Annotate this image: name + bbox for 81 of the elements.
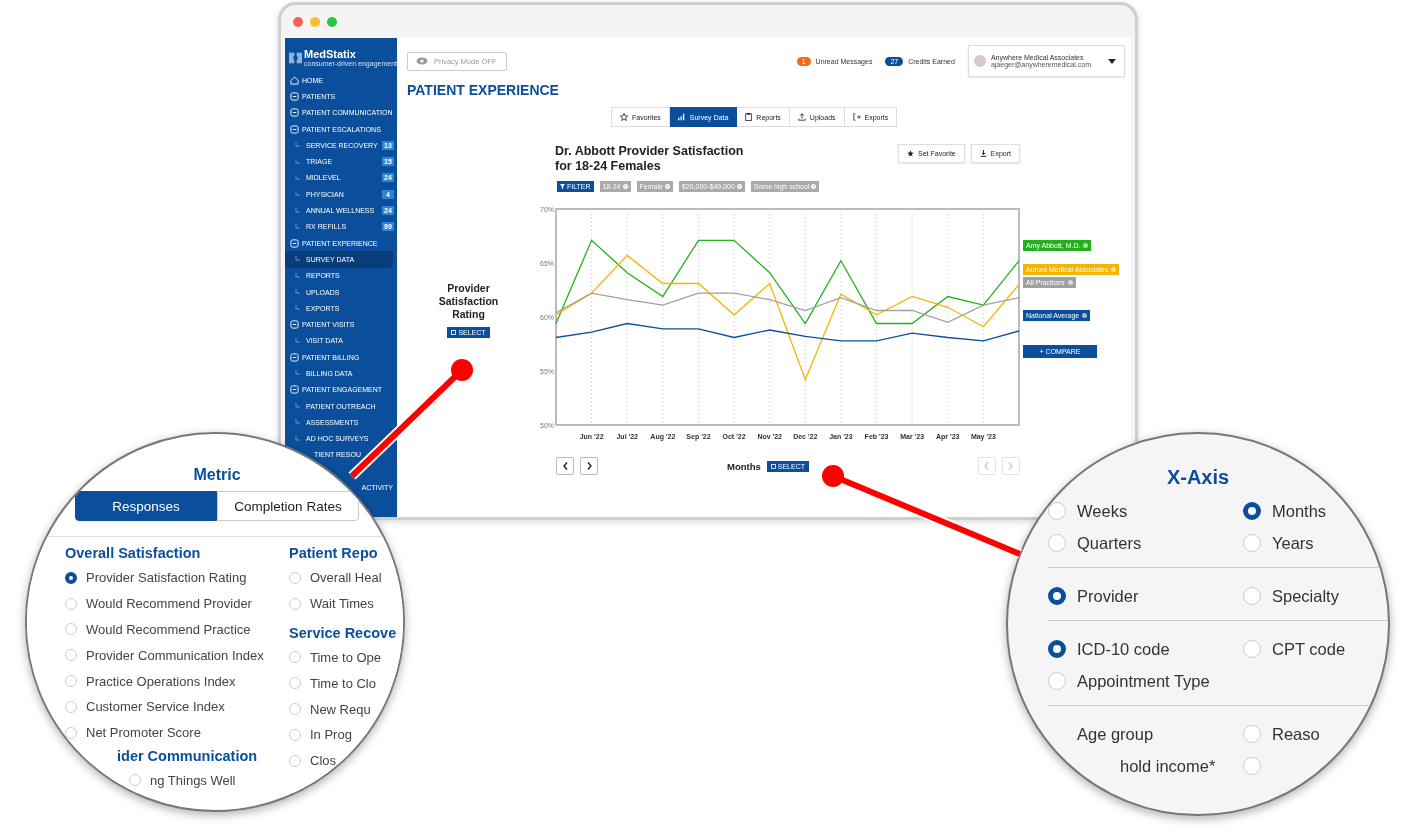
close-dot[interactable] xyxy=(293,16,303,27)
radio-option[interactable]: ICD-10 code xyxy=(1048,633,1243,665)
radio-button[interactable] xyxy=(1048,640,1066,658)
upload-icon xyxy=(797,113,806,121)
x-axis-title: Months xyxy=(727,460,761,472)
previous-button[interactable] xyxy=(556,457,574,475)
minimize-dot[interactable] xyxy=(310,16,320,27)
close-icon[interactable] xyxy=(811,184,817,189)
next-button[interactable] xyxy=(580,457,598,475)
radio-option[interactable]: In Prog xyxy=(289,722,397,748)
caret-icon xyxy=(1108,58,1116,64)
group-heading: ider Communication xyxy=(117,747,259,764)
group-heading: Overall Satisfaction xyxy=(65,545,202,561)
radio-button[interactable] xyxy=(1048,587,1066,605)
radio-option[interactable]: Time to Ope xyxy=(289,644,397,671)
close-icon[interactable] xyxy=(664,184,670,189)
radio-option[interactable]: New Requ xyxy=(289,696,397,722)
radio-option[interactable]: Wait Times xyxy=(289,590,397,617)
calendar-icon xyxy=(451,330,457,335)
bar-chart-icon xyxy=(677,113,686,121)
radio-option[interactable]: Would Recommend Practice xyxy=(65,616,287,643)
toggle-option[interactable]: Responses xyxy=(75,491,217,521)
radio-button[interactable] xyxy=(1243,502,1261,520)
radio-option[interactable]: ng Things Well xyxy=(129,767,287,794)
star-icon xyxy=(620,113,628,121)
avatar-icon xyxy=(973,55,986,67)
toggle-option[interactable]: Completion Rates xyxy=(217,491,359,521)
radio-option[interactable]: Months xyxy=(1243,495,1388,527)
download-icon xyxy=(979,150,987,157)
close-icon[interactable] xyxy=(736,184,742,189)
close-icon[interactable] xyxy=(1067,279,1073,285)
chevron-right-icon xyxy=(1008,462,1014,470)
radio-option[interactable]: Time to Clo xyxy=(289,670,397,697)
square-icon xyxy=(290,108,299,118)
radio-option[interactable]: Provider Satisfaction Rating xyxy=(65,565,287,591)
group-heading: Patient Repo xyxy=(289,545,379,561)
chart-title: Dr. Abbott Provider Satisfaction for 18-24 Females xyxy=(555,144,744,174)
metric-label: Provider Satisfaction Rating xyxy=(437,282,500,321)
panel-title: X-Axis xyxy=(1166,466,1230,489)
panel-title: Metric xyxy=(193,466,241,484)
radio-option[interactable]: Appointment Type xyxy=(1048,665,1243,697)
square-icon xyxy=(290,320,299,330)
square-icon xyxy=(290,91,299,101)
radio-option[interactable]: Quarters xyxy=(1048,527,1243,559)
radio-option[interactable]: Would Recommend Provider xyxy=(65,590,287,617)
radio-option[interactable]: hold income* xyxy=(1048,750,1243,782)
brand-name: MedStatix xyxy=(304,48,357,60)
calendar-icon xyxy=(770,463,776,469)
radio-option[interactable]: Provider xyxy=(1048,580,1243,612)
radio-option[interactable]: CPT code xyxy=(1243,633,1388,665)
chevron-right-icon xyxy=(586,462,592,470)
square-icon xyxy=(290,124,299,134)
radio-option[interactable]: Practice Operations Index xyxy=(65,668,287,694)
radio-option[interactable]: Customer Service Index xyxy=(65,694,287,720)
close-icon[interactable] xyxy=(1082,313,1088,319)
radio-option[interactable]: Weeks xyxy=(1048,495,1243,527)
group-heading: Service Recove xyxy=(289,624,397,641)
clipboard-icon xyxy=(745,113,753,121)
radio-option[interactable]: Age group xyxy=(1048,718,1243,750)
square-icon xyxy=(290,352,299,362)
radio-option[interactable]: Specialty xyxy=(1243,580,1388,612)
radio-option[interactable]: Years xyxy=(1243,527,1388,559)
square-icon xyxy=(290,238,299,248)
close-icon[interactable] xyxy=(1083,242,1089,248)
radio-option[interactable]: Overall Heal xyxy=(289,565,397,591)
home-icon xyxy=(290,75,299,85)
export-icon xyxy=(852,113,861,121)
chevron-left-icon xyxy=(984,462,990,470)
page-title: PATIENT EXPERIENCE xyxy=(407,82,560,98)
star-icon xyxy=(907,150,914,157)
close-icon[interactable] xyxy=(622,184,628,189)
eye-icon xyxy=(416,57,428,65)
radio-option[interactable]: Net Promoter Score xyxy=(65,719,287,746)
chevron-left-icon xyxy=(562,462,568,470)
radio-option[interactable]: Reaso xyxy=(1243,718,1388,750)
maximize-dot[interactable] xyxy=(327,16,337,27)
radio-button[interactable] xyxy=(65,571,77,584)
radio-option[interactable]: Provider Communication Index xyxy=(65,642,287,669)
radio-option[interactable]: Clos xyxy=(289,747,397,774)
square-icon xyxy=(290,385,299,395)
funnel-icon xyxy=(560,184,565,189)
